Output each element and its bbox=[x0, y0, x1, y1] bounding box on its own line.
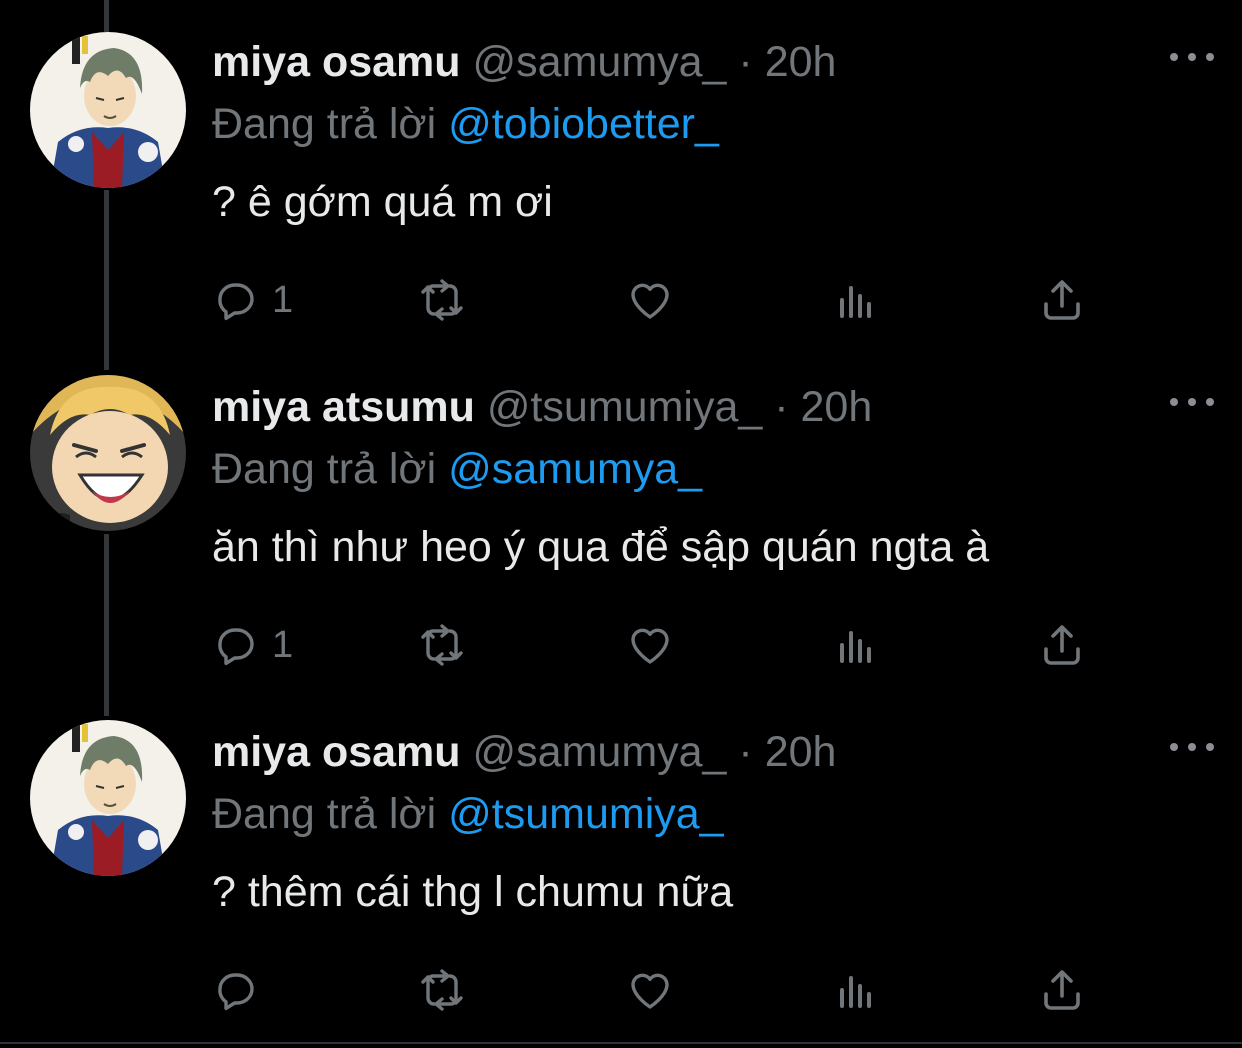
timestamp[interactable]: 20h bbox=[801, 383, 873, 431]
retweet-button[interactable] bbox=[418, 272, 466, 328]
display-name[interactable]: miya osamu bbox=[212, 728, 461, 776]
more-horizontal-icon[interactable] bbox=[1170, 732, 1214, 762]
retweet-icon bbox=[421, 969, 463, 1011]
display-name[interactable]: miya atsumu bbox=[212, 383, 475, 431]
replying-to-label: Đang trả lời bbox=[212, 445, 437, 493]
display-name[interactable]: miya osamu bbox=[212, 38, 461, 86]
reply-button[interactable] bbox=[212, 962, 272, 1018]
tweet-text: ăn thì như heo ý qua để sập quán ngta à bbox=[212, 523, 990, 571]
replying-to: Đang trả lời @tobiobetter_ bbox=[212, 96, 719, 152]
avatar[interactable] bbox=[30, 720, 186, 876]
more-horizontal-icon[interactable] bbox=[1170, 387, 1214, 417]
reply-count: 1 bbox=[272, 278, 294, 321]
reply-bubble-icon bbox=[218, 628, 254, 666]
replying-to: Đang trả lời @tsumumiya_ bbox=[212, 786, 724, 842]
replying-to: Đang trả lời @samumya_ bbox=[212, 441, 702, 497]
replying-to-label: Đang trả lời bbox=[212, 100, 437, 148]
reply-button[interactable]: 1 bbox=[212, 617, 293, 673]
tweet-actions bbox=[212, 962, 1092, 1018]
reply-mention-link[interactable]: @samumya_ bbox=[448, 445, 702, 493]
views-button[interactable] bbox=[832, 962, 880, 1018]
heart-icon bbox=[631, 628, 669, 664]
timestamp[interactable]: 20h bbox=[765, 38, 837, 86]
reply-mention-link[interactable]: @tsumumiya_ bbox=[448, 790, 723, 838]
tweet-header: miya osamu @samumya_ · 20h bbox=[212, 724, 836, 780]
reply-button[interactable]: 1 bbox=[212, 272, 293, 328]
separator-dot: · bbox=[738, 38, 753, 86]
reply-bubble-icon bbox=[218, 973, 254, 1011]
avatar[interactable] bbox=[30, 32, 186, 188]
reply-bubble-icon bbox=[218, 283, 254, 321]
views-button[interactable] bbox=[832, 272, 880, 328]
tweet-text: ? thêm cái thg l chumu nữa bbox=[212, 868, 734, 916]
user-handle[interactable]: @samumya_ bbox=[473, 728, 727, 776]
avatar[interactable] bbox=[30, 375, 186, 531]
retweet-button[interactable] bbox=[418, 962, 466, 1018]
osamu-avatar-image bbox=[30, 720, 186, 876]
bar-chart-icon bbox=[840, 286, 871, 318]
like-button[interactable] bbox=[626, 272, 674, 328]
share-button[interactable] bbox=[1038, 962, 1086, 1018]
user-handle[interactable]: @samumya_ bbox=[473, 38, 727, 86]
user-handle[interactable]: @tsumumiya_ bbox=[487, 383, 762, 431]
reply-count: 1 bbox=[272, 623, 294, 666]
views-button[interactable] bbox=[832, 617, 880, 673]
retweet-button[interactable] bbox=[418, 617, 466, 673]
share-button[interactable] bbox=[1038, 617, 1086, 673]
heart-icon bbox=[631, 283, 669, 319]
separator-dot: · bbox=[774, 383, 789, 431]
retweet-icon bbox=[421, 624, 463, 666]
tweet[interactable]: miya atsumu @tsumumiya_ · 20h Đang trả l… bbox=[0, 345, 1242, 690]
separator-dot: · bbox=[738, 728, 753, 776]
tweet[interactable]: miya osamu @samumya_ · 20h Đang trả lời … bbox=[0, 690, 1242, 1035]
tweet-actions: 1 bbox=[212, 617, 1092, 673]
reply-mention-link[interactable]: @tobiobetter_ bbox=[448, 100, 719, 148]
osamu-avatar-image bbox=[30, 32, 186, 188]
like-button[interactable] bbox=[626, 617, 674, 673]
timestamp[interactable]: 20h bbox=[765, 728, 837, 776]
share-button[interactable] bbox=[1038, 272, 1086, 328]
retweet-icon bbox=[421, 279, 463, 321]
bar-chart-icon bbox=[840, 631, 871, 663]
tweet[interactable]: miya osamu @samumya_ · 20h Đang trả lời … bbox=[0, 0, 1242, 345]
tweet-header: miya atsumu @tsumumiya_ · 20h bbox=[212, 379, 872, 435]
heart-icon bbox=[631, 973, 669, 1009]
share-upload-icon bbox=[1044, 970, 1080, 1010]
more-horizontal-icon[interactable] bbox=[1170, 42, 1214, 72]
share-upload-icon bbox=[1044, 625, 1080, 665]
tweet-actions: 1 bbox=[212, 272, 1092, 328]
tweet-text: ? ê gớm quá m ơi bbox=[212, 178, 553, 226]
replying-to-label: Đang trả lời bbox=[212, 790, 437, 838]
bar-chart-icon bbox=[840, 976, 871, 1008]
atsumu-avatar-image bbox=[30, 375, 186, 531]
like-button[interactable] bbox=[626, 962, 674, 1018]
tweet-header: miya osamu @samumya_ · 20h bbox=[212, 34, 836, 90]
divider bbox=[0, 1042, 1242, 1044]
share-upload-icon bbox=[1044, 280, 1080, 320]
